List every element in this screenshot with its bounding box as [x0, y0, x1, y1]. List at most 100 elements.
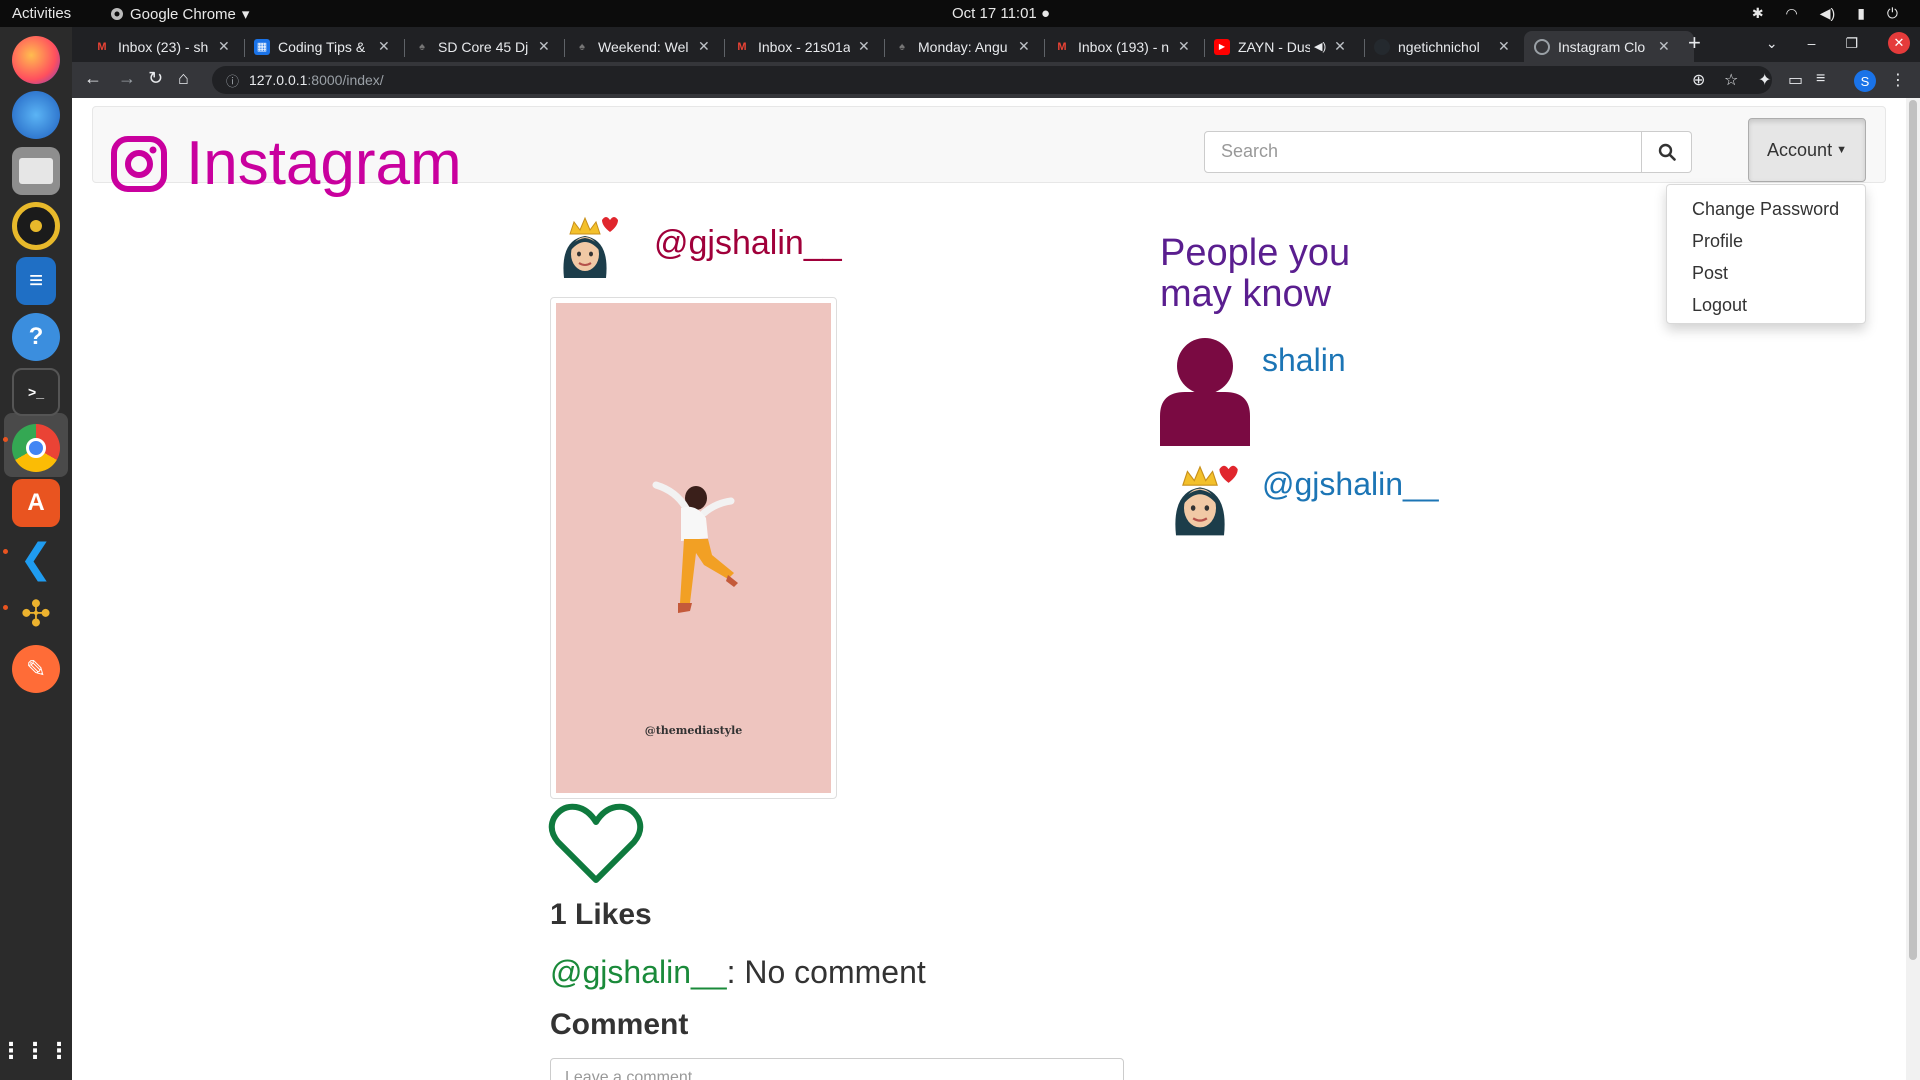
slack-icon[interactable]: ✣ — [12, 590, 60, 638]
instagram-icon — [111, 135, 167, 192]
comment-entry: @gjshalin__: No comment — [550, 954, 926, 991]
close-tab-icon[interactable]: ✕ — [538, 38, 550, 55]
tab-title: ZAYN - Dus — [1238, 38, 1310, 55]
gmail-icon: M — [737, 40, 747, 53]
home-button[interactable]: ⌂ — [178, 68, 189, 89]
close-tab-icon[interactable]: ✕ — [1178, 38, 1190, 55]
system-tray[interactable]: ✱ ◠ ◀) ▮ ⏻ — [1752, 5, 1898, 22]
volume-icon[interactable]: ◀) — [1820, 5, 1835, 22]
tab-coding-tips[interactable]: ▦ Coding Tips & ✕ — [244, 31, 404, 62]
cast-icon[interactable]: ▭ — [1788, 70, 1803, 90]
reload-button[interactable]: ↻ — [148, 68, 163, 89]
app-menu-label: Google Chrome — [130, 5, 236, 23]
chrome-icon[interactable] — [12, 424, 60, 472]
app-menu[interactable]: Google Chrome ▾ — [110, 5, 249, 23]
close-tab-icon[interactable]: ✕ — [1498, 38, 1510, 55]
postman-icon[interactable]: ✎ — [12, 645, 60, 693]
tab-title: SD Core 45 Dj — [438, 38, 529, 55]
address-bar[interactable]: ⓘ 127.0.0.1:8000/index/ — [212, 66, 1772, 94]
writer-icon[interactable]: ≡ — [16, 257, 56, 305]
tab-github[interactable]: ngetichnichol ✕ — [1364, 31, 1524, 62]
account-dropdown-button[interactable]: Account ▼ — [1748, 118, 1866, 182]
page-scrollbar[interactable] — [1906, 98, 1920, 1080]
close-tab-icon[interactable]: ✕ — [218, 38, 230, 55]
like-button[interactable] — [548, 802, 644, 891]
tab-inbox-193[interactable]: M Inbox (193) - n ✕ — [1044, 31, 1204, 62]
suggestion-item[interactable]: shalin — [1160, 336, 1346, 451]
power-icon[interactable]: ⏻ — [1887, 5, 1898, 22]
menu-item-post[interactable]: Post — [1667, 257, 1865, 289]
search-input[interactable]: Search — [1204, 131, 1642, 173]
help-icon[interactable]: ? — [12, 313, 60, 361]
slack-tray-icon[interactable]: ✱ — [1752, 5, 1764, 22]
clock[interactable]: Oct 17 11:01 ● — [952, 5, 1050, 22]
site-icon: ♠ — [899, 40, 905, 53]
tab-title: Instagram Clo — [1558, 38, 1646, 55]
software-icon[interactable]: A — [12, 479, 60, 527]
audio-playing-icon[interactable]: ◀) — [1314, 40, 1326, 53]
app-grid-icon[interactable]: ⋮⋮⋮ — [0, 1027, 70, 1075]
back-button[interactable]: ← — [84, 68, 102, 89]
new-tab-button[interactable]: + — [1688, 30, 1701, 56]
close-tab-icon[interactable]: ✕ — [378, 38, 390, 55]
tab-weekend[interactable]: ♠ Weekend: Wel ✕ — [564, 31, 724, 62]
close-tab-icon[interactable]: ✕ — [1658, 38, 1670, 55]
tab-monday[interactable]: ♠ Monday: Angu ✕ — [884, 31, 1044, 62]
restore-button[interactable]: ❐ — [1845, 35, 1858, 52]
close-tab-icon[interactable]: ✕ — [698, 38, 710, 55]
gmail-icon: M — [97, 40, 107, 53]
activities-button[interactable]: Activities — [12, 5, 71, 22]
poster-avatar[interactable] — [550, 212, 620, 282]
menu-item-profile[interactable]: Profile — [1667, 225, 1865, 257]
menu-item-change-password[interactable]: Change Password — [1667, 193, 1865, 225]
chevron-down-icon: ▾ — [241, 6, 250, 23]
minimize-button[interactable]: – — [1808, 35, 1816, 51]
close-tab-icon[interactable]: ✕ — [1334, 38, 1346, 55]
files-icon[interactable] — [12, 147, 60, 195]
media-control-icon[interactable]: ≡ — [1816, 70, 1825, 88]
vscode-icon[interactable]: ❮ — [12, 535, 60, 583]
battery-icon[interactable]: ▮ — [1857, 5, 1865, 22]
comment-input[interactable]: Leave a comment — [550, 1058, 1124, 1080]
tab-inbox-21s01a[interactable]: M Inbox - 21s01a ✕ — [724, 31, 884, 62]
profile-avatar[interactable]: S — [1854, 70, 1876, 92]
tab-strip: M Inbox (23) - sh ✕ ▦ Coding Tips & ✕ ♠ SD Co… — [72, 27, 1920, 62]
terminal-icon[interactable]: >_ — [12, 368, 60, 416]
close-tab-icon[interactable]: ✕ — [858, 38, 870, 55]
site-info-icon[interactable]: ⓘ — [226, 71, 239, 90]
forward-button[interactable]: → — [118, 68, 136, 89]
dock: ≡ ? >_ A ❮ ✣ ✎ ⋮⋮⋮ — [0, 27, 72, 1080]
extensions-icon[interactable]: ✦ — [1758, 70, 1771, 90]
close-window-button[interactable]: ✕ — [1888, 32, 1910, 54]
comment-author-link[interactable]: @gjshalin__ — [550, 954, 727, 990]
post-image[interactable]: @themediastyle — [550, 297, 837, 799]
suggestion-username[interactable]: @gjshalin__ — [1262, 466, 1439, 503]
tab-sd-core[interactable]: ♠ SD Core 45 Dj ✕ — [404, 31, 564, 62]
post-image-canvas: @themediastyle — [556, 303, 831, 793]
tab-zayn[interactable]: ▶ ZAYN - Dus ◀) ✕ — [1204, 31, 1364, 62]
firefox-icon[interactable] — [12, 36, 60, 84]
tab-search-icon[interactable]: ⌄ — [1766, 35, 1778, 52]
brand-logo[interactable]: Instagram — [110, 128, 462, 199]
globe-icon — [1534, 38, 1550, 55]
tab-inbox-23[interactable]: M Inbox (23) - sh ✕ — [84, 31, 244, 62]
rhythmbox-icon[interactable] — [12, 202, 60, 250]
search-button[interactable] — [1642, 131, 1692, 173]
close-tab-icon[interactable]: ✕ — [1018, 38, 1030, 55]
trello-icon: ▦ — [254, 38, 270, 55]
bookmark-star-icon[interactable]: ☆ — [1724, 70, 1738, 90]
zoom-icon[interactable]: ⊕ — [1692, 70, 1705, 90]
search-placeholder: Search — [1221, 141, 1279, 161]
suggestion-item[interactable]: @gjshalin__ — [1160, 460, 1439, 545]
dock-running-dot — [3, 605, 8, 610]
wifi-icon[interactable]: ◠ — [1786, 5, 1798, 22]
browser-toolbar: ← → ↻ ⌂ ⓘ 127.0.0.1:8000/index/ ⊕ ☆ ✦ ▭ … — [72, 62, 1920, 98]
scrollbar-thumb[interactable] — [1909, 100, 1917, 960]
thunderbird-icon[interactable] — [12, 91, 60, 139]
suggestion-username[interactable]: shalin — [1262, 342, 1346, 379]
github-icon — [1374, 38, 1390, 55]
more-menu-icon[interactable]: ⋮ — [1890, 70, 1906, 90]
tab-instagram-clone[interactable]: Instagram Clo ✕ — [1524, 31, 1694, 62]
menu-item-logout[interactable]: Logout — [1667, 289, 1865, 321]
poster-username-link[interactable]: @gjshalin__ — [654, 224, 842, 263]
